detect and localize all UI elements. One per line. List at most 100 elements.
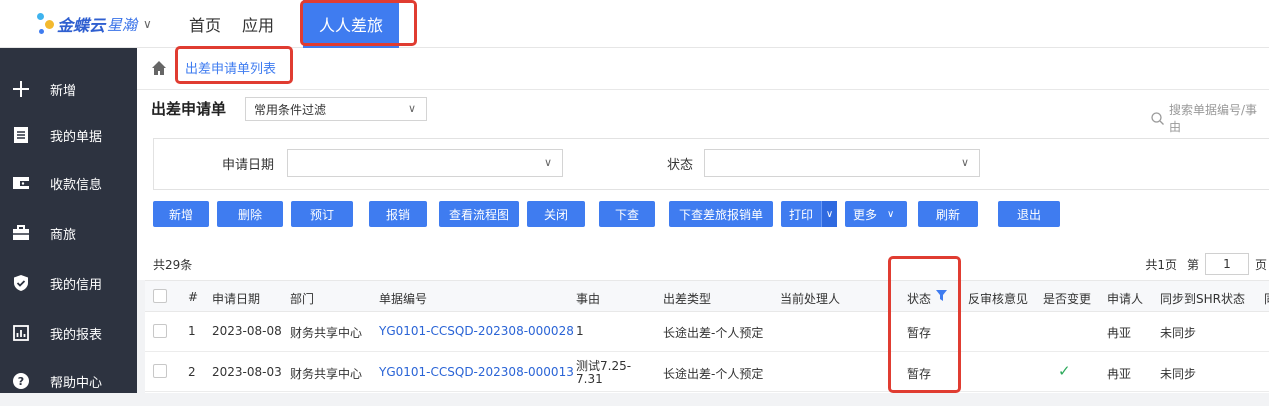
more-button[interactable]: 更多 ∨ <box>845 201 907 227</box>
table-header: # 申请日期 部门 单据编号 事由 出差类型 当前处理人 状态 反审核意见 是否… <box>145 280 1269 312</box>
status-filter-select[interactable]: ∨ <box>704 149 980 177</box>
row-index: 1 <box>188 324 196 338</box>
column-header-reaudit[interactable]: 反审核意见 <box>968 290 1028 307</box>
column-header-reason[interactable]: 事由 <box>576 290 600 307</box>
search-placeholder: 搜索单据编号/事由 <box>1169 103 1258 134</box>
filter-panel: 申请日期 ∨ 状态 ∨ <box>153 138 1269 190</box>
column-header-sync-status[interactable]: 同步到SHR状态 <box>1160 290 1245 307</box>
date-filter-label: 申请日期 <box>222 158 275 173</box>
column-header-type[interactable]: 出差类型 <box>663 290 711 307</box>
nav-apps[interactable]: 应用 <box>242 0 274 48</box>
print-button[interactable]: 打印 ∨ <box>781 201 837 227</box>
breadcrumb-tab[interactable]: 出差申请单列表 <box>185 58 276 77</box>
book-button[interactable]: 预订 <box>291 201 353 227</box>
top-bar: 金蝶云 星瀚 ∨ 首页 应用 人人差旅 <box>0 0 1269 48</box>
pager: 共1页 第 1 页 <box>1145 253 1267 275</box>
column-header-applicant[interactable]: 申请人 <box>1107 290 1143 307</box>
row-type: 长途出差-个人预定 <box>663 367 764 381</box>
row-date: 2023-08-08 <box>212 324 282 338</box>
table-row[interactable]: 1 2023-08-08 财务共享中心 YG0101-CCSQD-202308-… <box>145 312 1269 352</box>
report-icon <box>12 324 30 342</box>
chevron-down-icon: ∨ <box>543 156 552 169</box>
select-all-checkbox[interactable] <box>153 289 167 303</box>
page-suffix: 页 <box>1254 257 1267 272</box>
row-type: 长途出差-个人预定 <box>663 326 764 340</box>
sidebar: 新增 我的单据 收款信息 商旅 我的信用 我的报表 ? 帮助中心 <box>0 48 137 393</box>
chevron-down-icon[interactable]: ∨ <box>143 17 152 31</box>
app-logo[interactable]: 金蝶云 星瀚 ∨ <box>33 11 152 37</box>
row-applicant: 冉亚 <box>1107 367 1132 381</box>
help-icon: ? <box>12 372 30 390</box>
logo-mark-icon <box>33 11 57 37</box>
bill-table: 共29条 共1页 第 1 页 # 申请日期 部门 单据编号 事由 出差类型 当前… <box>145 248 1269 393</box>
row-bill-no-link[interactable]: YG0101-CCSQD-202308-000028 <box>379 324 574 338</box>
filter-scheme-value: 常用条件过滤 <box>254 102 327 117</box>
sidebar-item-label: 商旅 <box>50 227 77 243</box>
reimburse-button[interactable]: 报销 <box>369 201 427 227</box>
add-button[interactable]: 新增 <box>153 201 209 227</box>
wallet-icon <box>12 174 30 192</box>
print-label: 打印 <box>789 207 814 222</box>
row-checkbox[interactable] <box>153 364 167 378</box>
sidebar-item-label: 我的信用 <box>50 277 103 293</box>
main-area: 出差申请单列表 出差申请单 常用条件过滤 ∨ 搜索单据编号/事由 申请日期 ∨ … <box>137 48 1269 393</box>
drill-down-travel-reimbursement-button[interactable]: 下查差旅报销单 <box>669 201 773 227</box>
sidebar-item-label: 我的单据 <box>50 129 103 145</box>
row-bill-no-link[interactable]: YG0101-CCSQD-202308-000013 <box>379 365 574 379</box>
column-header-date[interactable]: 申请日期 <box>212 290 260 307</box>
briefcase-icon <box>12 224 30 242</box>
column-header-truncated[interactable]: 同 <box>1264 290 1269 307</box>
nav-travel[interactable]: 人人差旅 <box>303 0 400 48</box>
table-row[interactable]: 2 2023-08-03 财务共享中心 YG0101-CCSQD-202308-… <box>145 352 1269 392</box>
total-pages: 共1页 <box>1145 257 1177 272</box>
row-date: 2023-08-03 <box>212 365 282 379</box>
sidebar-item-payment-info[interactable]: 收款信息 <box>0 158 137 208</box>
row-status: 暂存 <box>907 326 932 340</box>
logo-subtext: 星瀚 <box>107 15 138 34</box>
record-count: 共29条 <box>153 258 193 272</box>
row-dept: 财务共享中心 <box>290 326 363 340</box>
date-filter-select[interactable]: ∨ <box>287 149 563 177</box>
document-icon <box>12 126 30 144</box>
close-button[interactable]: 关闭 <box>527 201 585 227</box>
sidebar-item-my-credit[interactable]: 我的信用 <box>0 258 137 308</box>
row-checkbox[interactable] <box>153 324 167 338</box>
column-header-dept[interactable]: 部门 <box>290 290 314 307</box>
search-box[interactable]: 搜索单据编号/事由 <box>1151 101 1269 135</box>
row-sync-status: 未同步 <box>1160 367 1197 381</box>
page-prefix: 第 <box>1186 257 1199 272</box>
delete-button[interactable]: 删除 <box>217 201 283 227</box>
shield-check-icon <box>12 274 30 292</box>
filter-icon[interactable] <box>936 290 947 305</box>
column-header-changed[interactable]: 是否变更 <box>1043 290 1091 307</box>
column-header-status[interactable]: 状态 <box>907 290 931 307</box>
breadcrumb: 出差申请单列表 <box>137 48 1269 90</box>
row-sync-status: 未同步 <box>1160 326 1197 340</box>
sidebar-item-help-center[interactable]: ? 帮助中心 <box>0 356 137 406</box>
svg-text:?: ? <box>18 375 24 388</box>
sidebar-item-my-reports[interactable]: 我的报表 <box>0 308 137 358</box>
chevron-down-icon: ∨ <box>407 102 416 115</box>
column-header-handler[interactable]: 当前处理人 <box>780 290 840 307</box>
search-icon <box>1151 111 1164 125</box>
sidebar-item-label: 新增 <box>50 83 77 99</box>
exit-button[interactable]: 退出 <box>998 201 1060 227</box>
tab-underline <box>183 82 281 84</box>
row-reason-line2: 7.31 <box>576 372 603 386</box>
column-header-bill-no[interactable]: 单据编号 <box>379 290 427 307</box>
page-title: 出差申请单 <box>151 100 227 118</box>
nav-home[interactable]: 首页 <box>189 0 221 48</box>
home-icon[interactable] <box>151 60 167 76</box>
view-flowchart-button[interactable]: 查看流程图 <box>439 201 519 227</box>
chevron-down-icon: ∨ <box>960 156 969 169</box>
filter-scheme-select[interactable]: 常用条件过滤 ∨ <box>245 97 427 121</box>
chevron-down-icon[interactable]: ∨ <box>821 201 837 227</box>
drill-down-button[interactable]: 下查 <box>599 201 655 227</box>
plus-icon <box>12 80 30 98</box>
refresh-button[interactable]: 刷新 <box>918 201 978 227</box>
sidebar-item-business-travel[interactable]: 商旅 <box>0 208 137 258</box>
sidebar-item-my-documents[interactable]: 我的单据 <box>0 110 137 160</box>
page-number-input[interactable]: 1 <box>1204 253 1249 275</box>
sidebar-item-add[interactable]: 新增 <box>0 64 137 114</box>
more-label: 更多 <box>853 207 878 222</box>
